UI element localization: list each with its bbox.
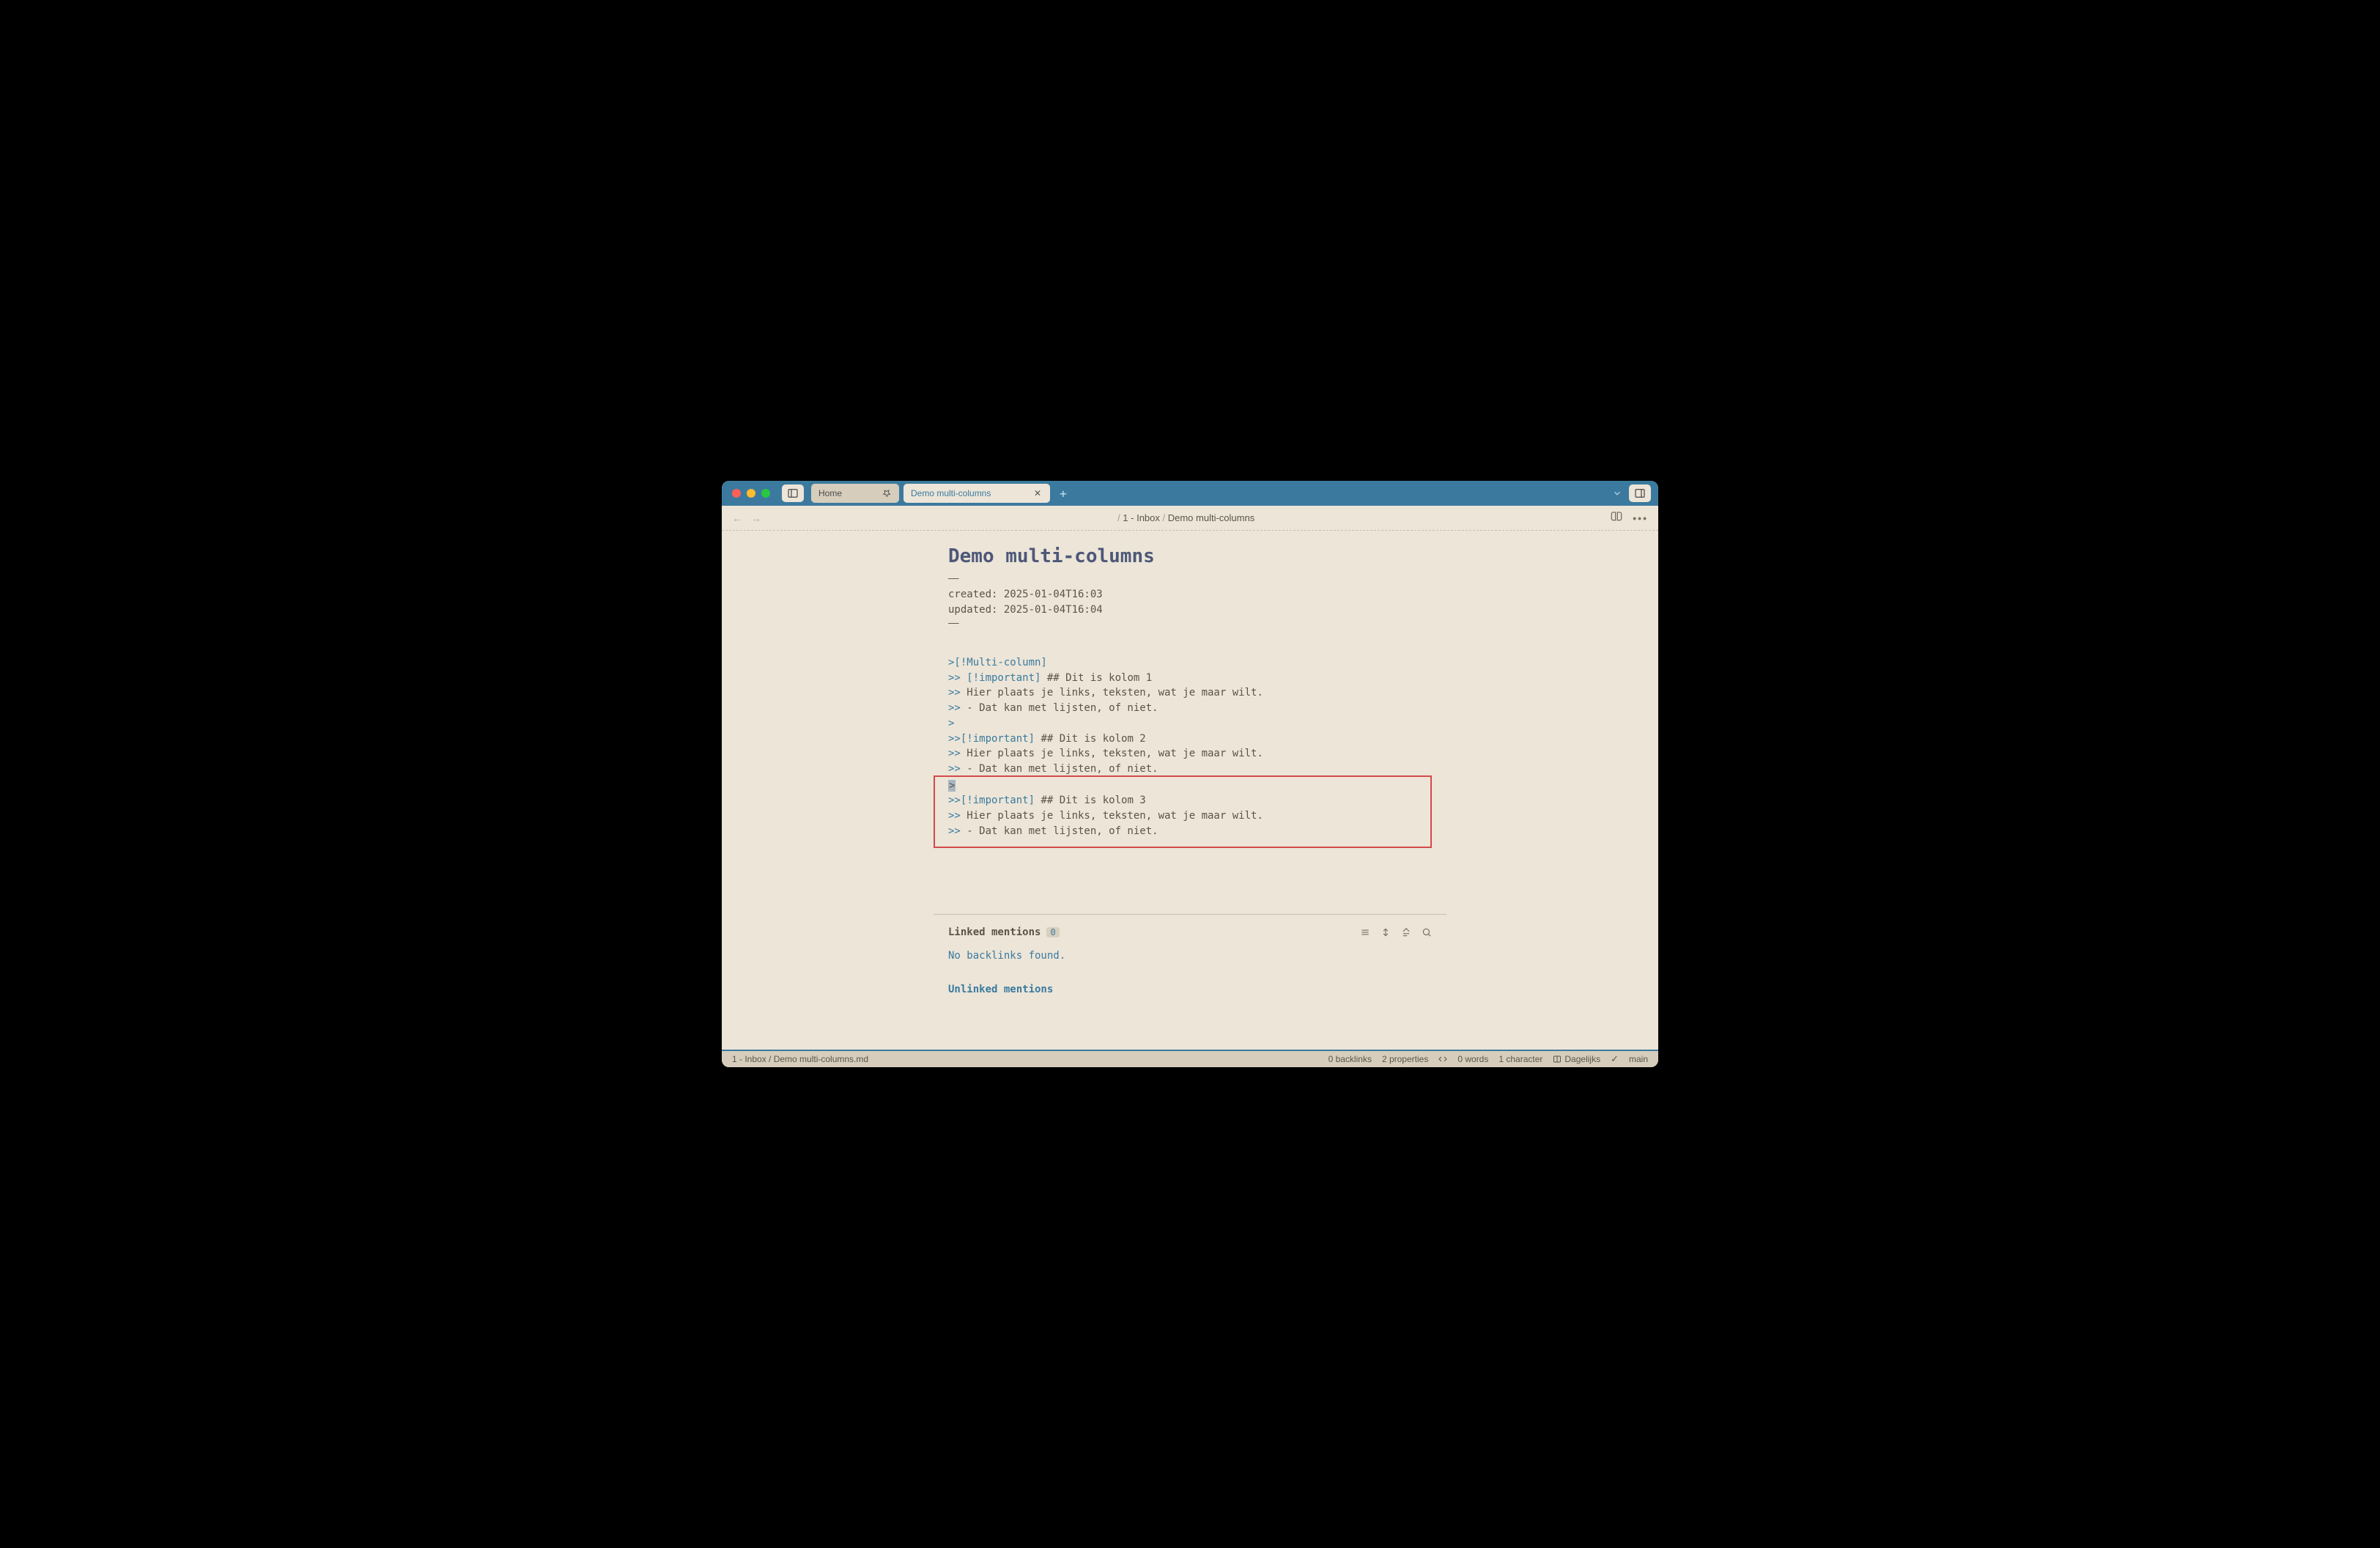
linked-mentions-header[interactable]: Linked mentions bbox=[948, 926, 1041, 938]
breadcrumb[interactable]: / 1 - Inbox / Demo multi-columns bbox=[761, 512, 1611, 523]
reading-view-button[interactable] bbox=[1611, 511, 1622, 525]
status-layout[interactable]: Dagelijks bbox=[1553, 1054, 1600, 1064]
toggle-right-sidebar-button[interactable] bbox=[1629, 484, 1651, 502]
frontmatter-hr-end: —— bbox=[948, 618, 1432, 629]
titlebar: Home Demo multi-columns ✕ + bbox=[722, 481, 1658, 506]
no-backlinks-message: No backlinks found. bbox=[948, 950, 1432, 962]
unlinked-mentions-header[interactable]: Unlinked mentions bbox=[948, 984, 1432, 995]
toggle-left-sidebar-button[interactable] bbox=[782, 484, 804, 502]
status-source-mode-icon[interactable] bbox=[1438, 1055, 1447, 1064]
callout-important-1: >> [!important] bbox=[948, 672, 1041, 684]
minimize-button[interactable] bbox=[747, 489, 755, 498]
breadcrumb-seg-2: Demo multi-columns bbox=[1168, 512, 1254, 523]
callout-important-3: >>[!important] bbox=[948, 795, 1035, 806]
backlinks-actions bbox=[1360, 927, 1432, 937]
tab-home-label: Home bbox=[818, 488, 874, 498]
callout-important-2: >>[!important] bbox=[948, 733, 1035, 745]
maximize-button[interactable] bbox=[761, 489, 770, 498]
frontmatter-created: created: 2025-01-04T16:03 bbox=[948, 587, 1432, 602]
collapse-results-button[interactable] bbox=[1360, 927, 1370, 937]
sidebar-left-icon bbox=[787, 487, 799, 499]
breadcrumb-seg-1: 1 - Inbox bbox=[1123, 512, 1160, 523]
status-sync-icon[interactable]: ✓ bbox=[1611, 1053, 1619, 1065]
source-editor[interactable]: >[!Multi-column] >> [!important] ## Dit … bbox=[948, 655, 1432, 848]
editor-content[interactable]: Demo multi-columns —— created: 2025-01-0… bbox=[722, 531, 1658, 1050]
status-properties[interactable]: 2 properties bbox=[1382, 1054, 1428, 1064]
tab-active-label: Demo multi-columns bbox=[911, 488, 1025, 498]
annotation-highlight-box: > >>[!important] ## Dit is kolom 3 >> Hi… bbox=[934, 775, 1432, 848]
new-tab-button[interactable]: + bbox=[1054, 484, 1072, 502]
sidebar-right-icon bbox=[1634, 487, 1646, 499]
note-title[interactable]: Demo multi-columns bbox=[948, 545, 1432, 567]
view-actions: ••• bbox=[1611, 511, 1648, 525]
more-options-button[interactable]: ••• bbox=[1633, 512, 1648, 524]
linked-mentions-count: 0 bbox=[1046, 927, 1059, 937]
view-header: ← → / 1 - Inbox / Demo multi-columns ••• bbox=[722, 506, 1658, 531]
status-bar: 1 - Inbox / Demo multi-columns.md 0 back… bbox=[722, 1050, 1658, 1067]
frontmatter-updated: updated: 2025-01-04T16:04 bbox=[948, 602, 1432, 618]
change-sort-button[interactable] bbox=[1401, 927, 1411, 937]
titlebar-right bbox=[1610, 484, 1654, 502]
tab-active[interactable]: Demo multi-columns ✕ bbox=[903, 484, 1050, 503]
obsidian-window: Home Demo multi-columns ✕ + ← → / 1 - In… bbox=[722, 481, 1658, 1067]
window-controls bbox=[726, 489, 777, 498]
search-backlinks-button[interactable] bbox=[1422, 927, 1432, 937]
tab-home[interactable]: Home bbox=[811, 484, 899, 503]
status-chars[interactable]: 1 character bbox=[1498, 1054, 1542, 1064]
frontmatter-hr: —— bbox=[948, 573, 1432, 584]
status-backlinks[interactable]: 0 backlinks bbox=[1328, 1054, 1372, 1064]
nav-back-button[interactable]: ← bbox=[732, 512, 742, 524]
tab-dropdown-button[interactable] bbox=[1610, 486, 1625, 501]
backlinks-panel: Linked mentions 0 No backlinks found. Un… bbox=[934, 914, 1446, 995]
nav-arrows: ← → bbox=[732, 512, 761, 524]
close-button[interactable] bbox=[732, 489, 741, 498]
show-more-context-button[interactable] bbox=[1381, 927, 1391, 937]
nav-forward-button[interactable]: → bbox=[751, 512, 761, 524]
pin-icon[interactable] bbox=[882, 488, 892, 498]
callout-multicolumn: >[!Multi-column] bbox=[948, 657, 1047, 668]
selected-cursor-text: > bbox=[948, 780, 956, 792]
close-tab-icon[interactable]: ✕ bbox=[1032, 488, 1043, 498]
status-words[interactable]: 0 words bbox=[1457, 1054, 1488, 1064]
status-file-path[interactable]: 1 - Inbox / Demo multi-columns.md bbox=[732, 1054, 1318, 1064]
status-git-branch[interactable]: main bbox=[1629, 1054, 1648, 1064]
